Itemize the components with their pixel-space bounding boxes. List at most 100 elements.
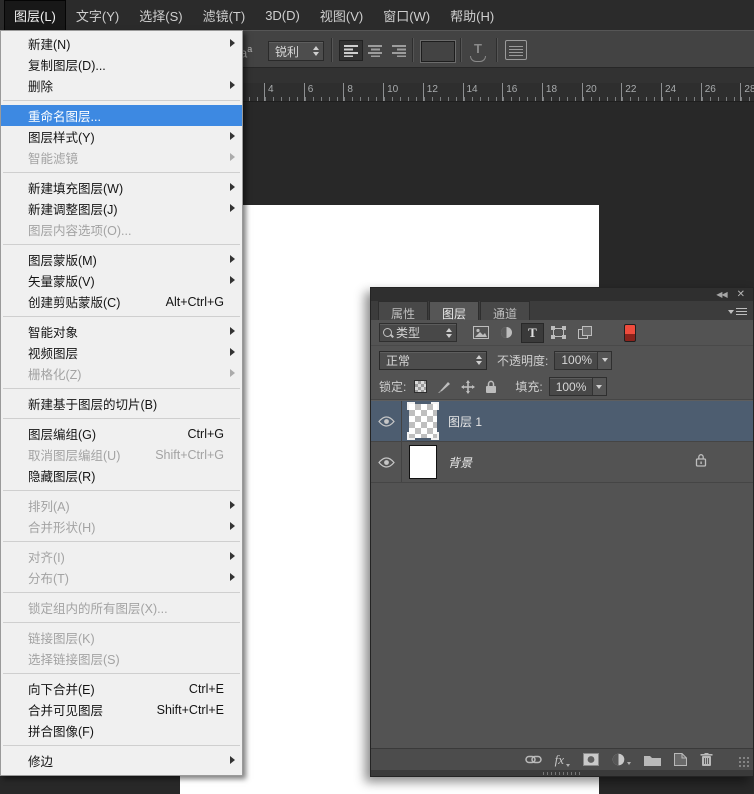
layer-menu-item-24[interactable]: 隐藏图层(R) [1, 465, 242, 486]
link-layers-icon[interactable] [524, 755, 542, 764]
submenu-arrow-icon [230, 81, 235, 89]
text-color-swatch[interactable] [421, 41, 455, 62]
align-left-button[interactable] [339, 40, 363, 61]
layer-menu-item-13[interactable]: 矢量蒙版(V) [1, 270, 242, 291]
layer-menu-item-26[interactable]: 排列(A) [1, 495, 242, 516]
lock-all-icon[interactable] [485, 380, 497, 394]
menubar-item-0[interactable]: 图层(L) [4, 0, 66, 31]
layer-thumbnail[interactable] [409, 445, 437, 479]
lock-position-icon[interactable] [461, 379, 476, 394]
layer-menu-item-38[interactable]: 合并可见图层 Shift+Ctrl+E [1, 699, 242, 720]
new-group-icon[interactable] [644, 754, 661, 766]
layer-menu-item-20[interactable]: 新建基于图层的切片(B) [1, 393, 242, 414]
layer-menu-item-1[interactable]: 复制图层(D)... [1, 54, 242, 75]
layer-menu-item-34[interactable]: 链接图层(K) [1, 627, 242, 648]
layer-menu-item-12[interactable]: 图层蒙版(M) [1, 249, 242, 270]
new-layer-icon[interactable] [674, 753, 687, 766]
layer-menu-item-5[interactable]: 图层样式(Y) [1, 126, 242, 147]
layer-menu-item-30[interactable]: 分布(T) [1, 567, 242, 588]
spinner-icon[interactable] [472, 355, 486, 365]
visibility-toggle[interactable] [371, 442, 402, 482]
layer-menu-item-6[interactable]: 智能滤镜 [1, 147, 242, 168]
anti-alias-select[interactable]: 锐利 [268, 41, 324, 61]
lock-transparency-icon[interactable] [414, 380, 428, 393]
layer-menu-item-0[interactable]: 新建(N) [1, 33, 242, 54]
spinner-icon[interactable] [309, 46, 323, 56]
layer-style-icon[interactable]: fx [555, 752, 570, 768]
menubar-item-3[interactable]: 滤镜(T) [193, 0, 256, 31]
panel-tab-0[interactable]: 属性 [378, 301, 429, 321]
panel-drag-handle[interactable] [371, 770, 753, 776]
layer-menu-item-39[interactable]: 拼合图像(F) [1, 720, 242, 741]
layer-menu-item-4[interactable]: 重命名图层... [1, 105, 242, 126]
menu-item-label: 取消图层编组(U) [28, 449, 121, 463]
dropdown-arrow-icon[interactable] [597, 351, 612, 369]
add-mask-icon[interactable] [583, 753, 599, 766]
pixel-layer-filter-icon[interactable] [469, 323, 492, 343]
layer-menu-item-35[interactable]: 选择链接图层(S) [1, 648, 242, 669]
layer-menu-item-2[interactable]: 删除 [1, 75, 242, 96]
layer-menu-item-41[interactable]: 修边 [1, 750, 242, 771]
submenu-arrow-icon [230, 501, 235, 509]
opacity-select[interactable]: 100% [554, 350, 613, 370]
dropdown-arrow-icon[interactable] [591, 378, 606, 395]
menubar-item-6[interactable]: 窗口(W) [373, 0, 440, 31]
menubar-item-5[interactable]: 视图(V) [310, 0, 373, 31]
filter-switch-icon[interactable] [624, 323, 636, 342]
menu-separator [3, 622, 240, 623]
layer-menu-item-29[interactable]: 对齐(I) [1, 546, 242, 567]
layer-menu-item-9[interactable]: 新建调整图层(J) [1, 198, 242, 219]
layer-menu-item-27[interactable]: 合并形状(H) [1, 516, 242, 537]
adjustment-layer-filter-icon[interactable] [495, 323, 518, 343]
layer-row-0[interactable]: 图层 1 [371, 401, 753, 442]
layer-menu-item-17[interactable]: 视频图层 [1, 342, 242, 363]
delete-layer-icon[interactable] [700, 753, 713, 766]
type-layer-filter-icon[interactable]: T [521, 322, 544, 343]
layer-name[interactable]: 图层 1 [448, 413, 482, 430]
layer-menu-item-14[interactable]: 创建剪贴蒙版(C) Alt+Ctrl+G [1, 291, 242, 312]
menubar-item-4[interactable]: 3D(D) [255, 2, 310, 29]
shape-layer-filter-icon[interactable] [547, 323, 570, 343]
visibility-toggle[interactable] [371, 401, 402, 441]
layer-menu-item-23[interactable]: 取消图层编组(U) Shift+Ctrl+G [1, 444, 242, 465]
layer-menu-item-37[interactable]: 向下合并(E) Ctrl+E [1, 678, 242, 699]
panel-resize-grip[interactable] [738, 756, 750, 768]
layer-menu-item-10[interactable]: 图层内容选项(O)... [1, 219, 242, 240]
filter-type-select[interactable]: 类型 [379, 323, 457, 342]
ruler-cell: 8 [343, 83, 384, 101]
panel-tabs: 属性 图层 通道 [371, 301, 753, 321]
layer-thumbnail[interactable] [407, 402, 439, 440]
spinner-icon[interactable] [442, 327, 456, 338]
blend-mode-select[interactable]: 正常 [379, 350, 487, 370]
new-adjustment-layer-icon[interactable] [612, 753, 631, 766]
character-panel-icon[interactable] [505, 40, 527, 60]
panel-tab-2[interactable]: 通道 [480, 301, 531, 321]
close-icon[interactable]: ✕ [737, 289, 745, 299]
collapse-to-icons-icon[interactable]: ◀◀ [716, 290, 727, 299]
smart-object-filter-icon[interactable] [573, 323, 596, 343]
menu-item-label: 图层样式(Y) [28, 131, 95, 145]
ruler-label: 4 [268, 84, 274, 95]
menubar-item-1[interactable]: 文字(Y) [66, 0, 129, 31]
layer-menu-item-18[interactable]: 栅格化(Z) [1, 363, 242, 384]
layer-menu-item-8[interactable]: 新建填充图层(W) [1, 177, 242, 198]
fill-select[interactable]: 100% [548, 377, 607, 396]
ruler-label: 18 [545, 84, 558, 95]
layer-menu-item-32[interactable]: 锁定组内的所有图层(X)... [1, 597, 242, 618]
panel-tab-1[interactable]: 图层 [429, 301, 480, 321]
align-center-button[interactable] [363, 40, 387, 61]
ruler-cell: 12 [422, 83, 463, 101]
submenu-arrow-icon [230, 573, 235, 581]
layer-name[interactable]: 背景 [448, 454, 472, 471]
align-right-button[interactable] [387, 40, 411, 61]
layer-menu-item-22[interactable]: 图层编组(G) Ctrl+G [1, 423, 242, 444]
warp-text-icon[interactable]: T [468, 41, 488, 60]
menubar-item-2[interactable]: 选择(S) [129, 0, 192, 31]
layer-row-1[interactable]: 背景 [371, 442, 753, 483]
panel-menu-icon[interactable] [728, 306, 747, 317]
ruler-label: 20 [585, 84, 597, 95]
layer-menu-item-16[interactable]: 智能对象 [1, 321, 242, 342]
menubar-item-7[interactable]: 帮助(H) [440, 0, 504, 31]
lock-paint-icon[interactable] [437, 380, 451, 394]
panel-title-bar: ◀◀ ✕ [371, 288, 753, 301]
